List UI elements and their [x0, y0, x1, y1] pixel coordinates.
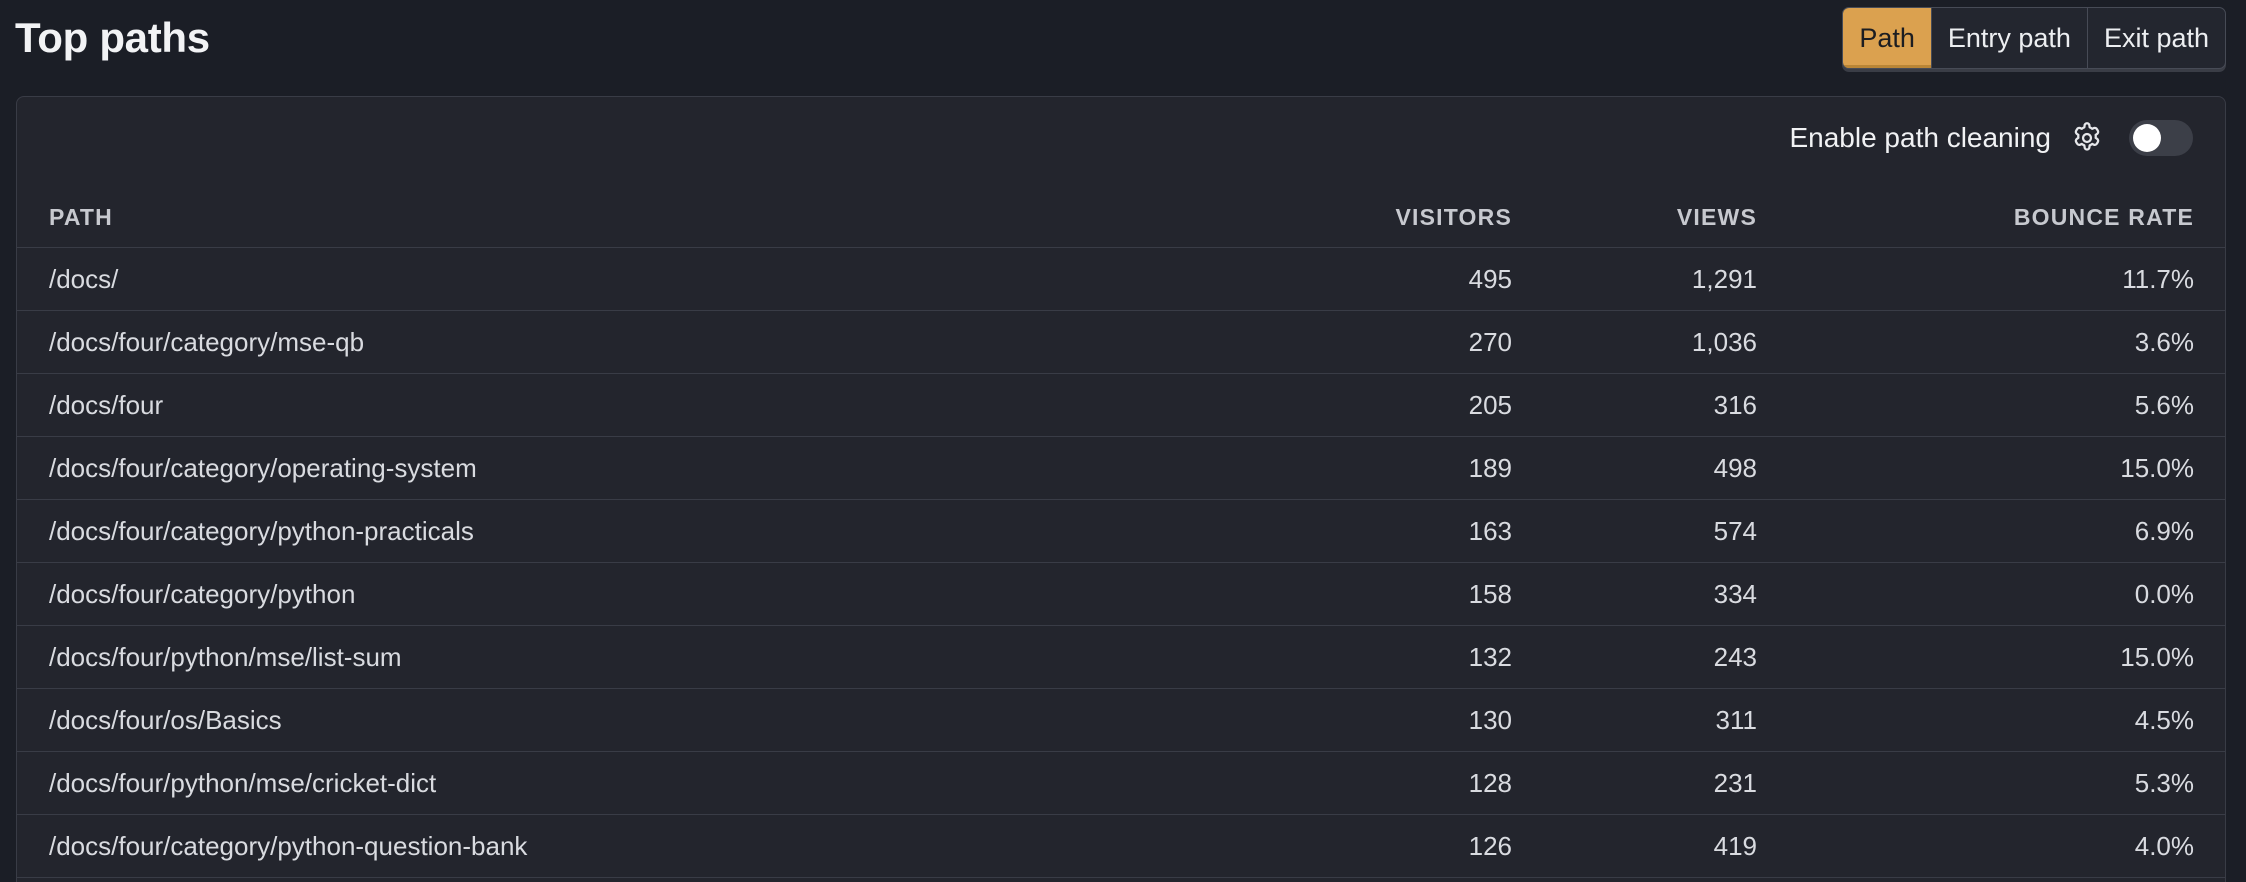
- visitors-cell: 126: [1088, 814, 1512, 878]
- visitors-cell: 495: [1088, 247, 1512, 311]
- path-cell[interactable]: /docs/four/category/python-question-bank: [17, 814, 1088, 878]
- bounce-rate-cell: 5.3%: [1757, 751, 2225, 815]
- path-cleaning-label: Enable path cleaning: [1789, 122, 2051, 153]
- column-header-bounce-rate[interactable]: BOUNCE RATE: [1757, 187, 2225, 248]
- toggle-knob: [2133, 124, 2161, 152]
- bounce-rate-cell: 15.0%: [1757, 436, 2225, 500]
- path-cell[interactable]: /docs/four/category/operating-system: [17, 436, 1088, 500]
- table-row[interactable]: /docs/four/os/Basics 130 311 4.5%: [17, 688, 2225, 752]
- bounce-rate-cell: 15.0%: [1757, 625, 2225, 689]
- path-cell[interactable]: /docs/four: [17, 373, 1088, 437]
- table-row[interactable]: /docs/four/python/mse/list-sum 132 243 1…: [17, 625, 2225, 689]
- visitors-cell: 130: [1088, 688, 1512, 752]
- path-cell[interactable]: /docs/: [17, 247, 1088, 311]
- visitors-cell: 163: [1088, 499, 1512, 563]
- visitors-cell: 189: [1088, 436, 1512, 500]
- paths-table: PATH VISITORS VIEWS BOUNCE RATE /docs/ 4…: [17, 187, 2225, 878]
- table-header-row: PATH VISITORS VIEWS BOUNCE RATE: [17, 187, 2225, 248]
- table-row[interactable]: /docs/four/category/python-question-bank…: [17, 814, 2225, 878]
- views-cell: 243: [1512, 625, 1757, 689]
- views-cell: 316: [1512, 373, 1757, 437]
- views-cell: 1,036: [1512, 310, 1757, 374]
- tab-path[interactable]: Path: [1843, 8, 1931, 68]
- path-cell[interactable]: /docs/four/category/python: [17, 562, 1088, 626]
- bounce-rate-cell: 4.0%: [1757, 814, 2225, 878]
- views-cell: 574: [1512, 499, 1757, 563]
- path-cleaning-toggle[interactable]: [2129, 120, 2193, 156]
- views-cell: 498: [1512, 436, 1757, 500]
- paths-card: Enable path cleaning PATH VISITORS VIEWS: [16, 96, 2226, 882]
- tab-exit-path[interactable]: Exit path: [2086, 8, 2225, 68]
- views-cell: 311: [1512, 688, 1757, 752]
- table-row[interactable]: /docs/four/category/python 158 334 0.0%: [17, 562, 2225, 626]
- visitors-cell: 205: [1088, 373, 1512, 437]
- views-cell: 419: [1512, 814, 1757, 878]
- visitors-cell: 132: [1088, 625, 1512, 689]
- table-row[interactable]: /docs/four/category/operating-system 189…: [17, 436, 2225, 500]
- views-cell: 231: [1512, 751, 1757, 815]
- tab-entry-path[interactable]: Entry path: [1930, 8, 2087, 68]
- column-header-path[interactable]: PATH: [17, 187, 1088, 248]
- table-row[interactable]: /docs/four/category/python-practicals 16…: [17, 499, 2225, 563]
- path-cell[interactable]: /docs/four/category/python-practicals: [17, 499, 1088, 563]
- bounce-rate-cell: 0.0%: [1757, 562, 2225, 626]
- bounce-rate-cell: 5.6%: [1757, 373, 2225, 437]
- bounce-rate-cell: 11.7%: [1757, 247, 2225, 311]
- page-title: Top paths: [15, 14, 210, 61]
- bounce-rate-cell: 6.9%: [1757, 499, 2225, 563]
- bounce-rate-cell: 4.5%: [1757, 688, 2225, 752]
- top-paths-page: Top paths Path Entry path Exit path Enab…: [0, 0, 2246, 882]
- table-row[interactable]: /docs/four/category/mse-qb 270 1,036 3.6…: [17, 310, 2225, 374]
- bounce-rate-cell: 3.6%: [1757, 310, 2225, 374]
- column-header-visitors[interactable]: VISITORS: [1088, 187, 1512, 248]
- table-row[interactable]: /docs/ 495 1,291 11.7%: [17, 247, 2225, 311]
- views-cell: 1,291: [1512, 247, 1757, 311]
- visitors-cell: 270: [1088, 310, 1512, 374]
- visitors-cell: 128: [1088, 751, 1512, 815]
- table-row[interactable]: /docs/four/python/mse/cricket-dict 128 2…: [17, 751, 2225, 815]
- path-type-tabs: Path Entry path Exit path: [1842, 7, 2226, 69]
- path-cell[interactable]: /docs/four/python/mse/list-sum: [17, 625, 1088, 689]
- path-cell[interactable]: /docs/four/os/Basics: [17, 688, 1088, 752]
- visitors-cell: 158: [1088, 562, 1512, 626]
- column-header-views[interactable]: VIEWS: [1512, 187, 1757, 248]
- views-cell: 334: [1512, 562, 1757, 626]
- path-cell[interactable]: /docs/four/python/mse/cricket-dict: [17, 751, 1088, 815]
- path-cleaning-toolbar: Enable path cleaning: [1789, 118, 2193, 158]
- gear-icon[interactable]: [2069, 120, 2105, 156]
- path-cell[interactable]: /docs/four/category/mse-qb: [17, 310, 1088, 374]
- table-row[interactable]: /docs/four 205 316 5.6%: [17, 373, 2225, 437]
